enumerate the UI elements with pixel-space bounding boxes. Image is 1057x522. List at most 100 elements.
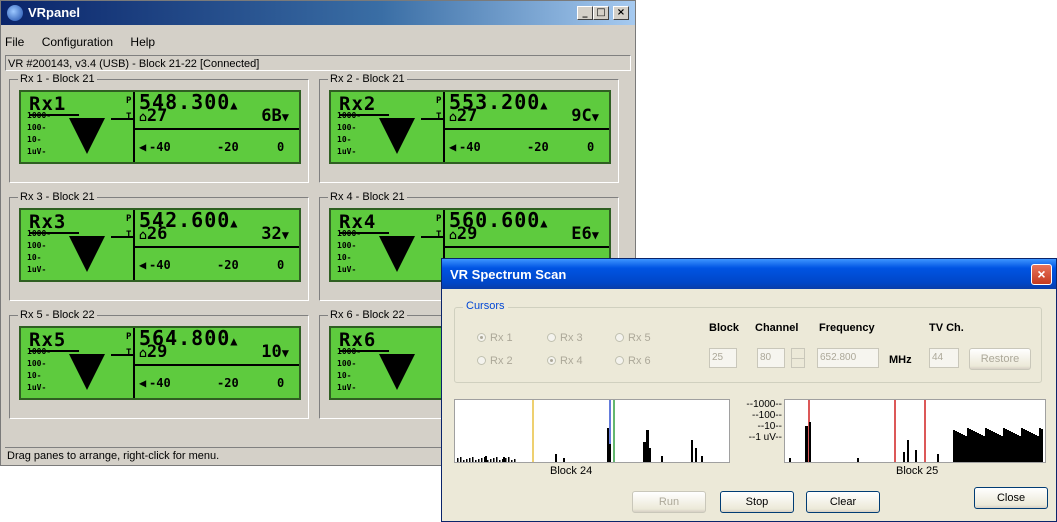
speaker-icon: ◀ [139, 258, 147, 272]
restore-button[interactable]: Restore [969, 348, 1031, 370]
spectrum-bar [499, 460, 501, 462]
run-button[interactable]: Run [632, 491, 706, 513]
menu-help[interactable]: Help [130, 35, 155, 49]
spectrum-title-bar[interactable]: VR Spectrum Scan × [442, 259, 1056, 289]
spectrum-bar [508, 457, 510, 462]
menu-file[interactable]: File [5, 35, 24, 49]
radio-rx6[interactable]: Rx 6 [615, 355, 651, 367]
stop-button[interactable]: Stop [720, 491, 794, 513]
clear-button[interactable]: Clear [806, 491, 880, 513]
scale-label: 100- [337, 123, 357, 132]
channel-group-readout: ⌂29 10▼ [139, 342, 289, 362]
down-arrow-icon: ▼ [281, 110, 289, 124]
frequency-field[interactable]: 652.800 [817, 348, 879, 368]
spectrum-bar [1027, 431, 1029, 462]
scale-label: 1000- [27, 229, 52, 238]
meter-label: -20 [217, 140, 239, 154]
radio-rx3[interactable]: Rx 3 [547, 332, 583, 344]
battery-icon: ⌂ [449, 110, 457, 125]
spectrum-bar [478, 459, 480, 462]
pane-title: Rx 4 - Block 21 [328, 191, 407, 203]
spectrum-bar [903, 452, 905, 462]
meter-label: -40 [149, 140, 171, 154]
scale-label: 1uV- [337, 147, 357, 156]
t-indicator: T [436, 230, 442, 240]
receiver-lcd: Rx5 1000- 100- 10- 1uV- P T 564.800▲ ⌂29 10▼… [19, 326, 301, 400]
radio-label: Rx 2 [490, 355, 513, 367]
channel-spinner[interactable] [791, 348, 805, 368]
scale-label: 1uV- [27, 265, 47, 274]
spectrum-bar [979, 434, 981, 462]
spectrum-bar [514, 459, 516, 462]
divider [443, 92, 445, 162]
channel-field[interactable]: 80 [757, 348, 785, 368]
pane-title: Rx 6 - Block 22 [328, 309, 407, 321]
spectrum-bar [993, 432, 995, 462]
vrpanel-title-bar[interactable]: VRpanel _ □ × [1, 1, 635, 25]
spectrum-plot-block-24[interactable] [454, 399, 730, 463]
scale-label: 1000- [337, 347, 362, 356]
divider [445, 128, 609, 130]
spectrum-bar [496, 457, 498, 462]
channel-group-readout: ⌂27 9C▼ [449, 106, 599, 126]
meter-label: -20 [217, 258, 239, 272]
receiver-pane[interactable]: Rx 3 - Block 21 Rx3 1000- 100- 10- 1uV- P T… [9, 191, 309, 301]
t-indicator: T [436, 112, 442, 122]
spectrum-close-icon[interactable]: × [1031, 264, 1052, 285]
maximize-button[interactable]: □ [593, 6, 609, 20]
pane-title: Rx 1 - Block 21 [18, 73, 97, 85]
p-indicator: P [126, 332, 132, 342]
radio-dot [477, 356, 486, 365]
battery-icon: ⌂ [139, 346, 147, 361]
spectrum-bar [511, 460, 513, 462]
scale-label: 1000- [337, 111, 362, 120]
spectrum-bar [1015, 434, 1017, 462]
close-button-spectrum[interactable]: Close [974, 487, 1048, 509]
receiver-pane[interactable]: Rx 2 - Block 21 Rx2 1000- 100- 10- 1uV- P T… [319, 73, 619, 183]
spectrum-trace-right [789, 400, 1043, 462]
receiver-pane[interactable]: Rx 5 - Block 22 Rx5 1000- 100- 10- 1uV- P T… [9, 309, 309, 419]
cursors-group: Cursors Rx 1 Rx 3 Rx 5 Rx 2 Rx 4 Rx 6 Bl… [454, 300, 1042, 383]
spectrum-plot-block-25[interactable] [784, 399, 1046, 463]
spectrum-bar [957, 432, 959, 462]
vrpanel-title: VRpanel [28, 5, 81, 20]
spectrum-bar [973, 431, 975, 462]
radio-label: Rx 1 [490, 332, 513, 344]
scale-label: 100- [337, 359, 357, 368]
spectrum-scale: --1000-- --100-- --10-- --1 uV-- [732, 399, 782, 443]
spectrum-bar [1033, 434, 1035, 462]
close-button[interactable]: × [613, 6, 629, 20]
spectrum-bar [490, 459, 492, 462]
spectrum-bar [493, 458, 495, 462]
spectrum-bar [609, 444, 611, 462]
spectrum-bar [1017, 435, 1019, 462]
tvch-field[interactable]: 44 [929, 348, 959, 368]
radio-rx5[interactable]: Rx 5 [615, 332, 651, 344]
spectrum-scan-window: VR Spectrum Scan × Cursors Rx 1 Rx 3 Rx … [441, 258, 1057, 522]
spectrum-bar [463, 460, 465, 462]
cursors-title: Cursors [463, 300, 508, 312]
radio-rx1[interactable]: Rx 1 [477, 332, 513, 344]
scale-label: --1 uV-- [748, 432, 782, 443]
meter-label: -40 [149, 258, 171, 272]
radio-rx2[interactable]: Rx 2 [477, 355, 513, 367]
spectrum-bar [995, 433, 997, 462]
receiver-pane[interactable]: Rx 1 - Block 21 Rx1 1000- 100- 10- 1uV- P T… [9, 73, 309, 183]
menu-configuration[interactable]: Configuration [42, 35, 113, 49]
down-arrow-icon: ▼ [591, 228, 599, 242]
radio-dot [615, 333, 624, 342]
radio-label: Rx 6 [628, 355, 651, 367]
receiver-lcd: Rx3 1000- 100- 10- 1uV- P T 542.600▲ ⌂26 32▼… [19, 208, 301, 282]
block-field[interactable]: 25 [709, 348, 737, 368]
minimize-button[interactable]: _ [577, 6, 593, 20]
meter-label: 0 [277, 376, 285, 390]
radio-rx4[interactable]: Rx 4 [547, 355, 583, 367]
p-indicator: P [436, 214, 442, 224]
scale-label: 1000- [27, 111, 52, 120]
spectrum-bar [469, 458, 471, 462]
spectrum-bar [983, 436, 985, 462]
spectrum-bar [987, 429, 989, 462]
spectrum-bar [1037, 436, 1039, 462]
battery-icon: ⌂ [449, 228, 457, 243]
spectrum-bar [1025, 430, 1027, 462]
